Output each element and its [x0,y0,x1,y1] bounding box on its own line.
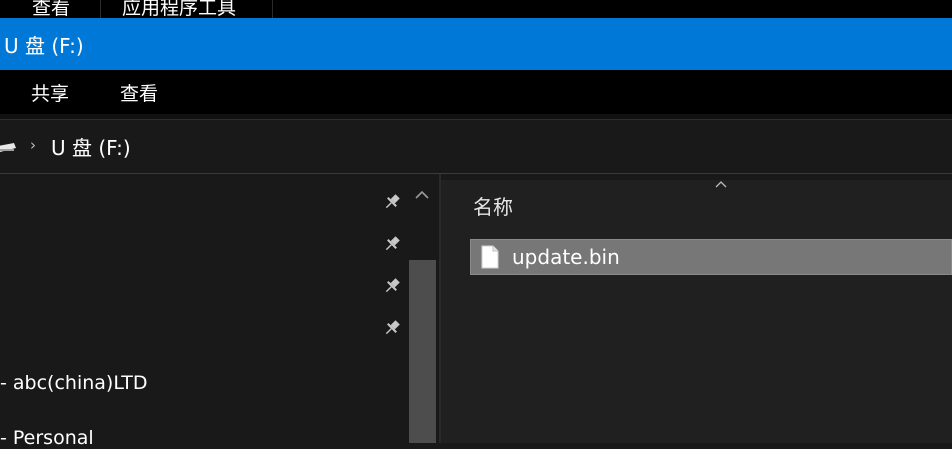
pin-icon[interactable] [382,234,402,254]
window-title: U 盘 (F:) [4,34,84,58]
column-header-name[interactable]: 名称 [473,191,513,220]
tab-share[interactable]: 共享 [31,79,69,106]
file-icon [481,245,499,269]
file-list-pane: 名称 update.bin [441,180,952,443]
navigation-pane: - abc(china)LTD - Personal [0,174,439,449]
tab-view[interactable]: 查看 [120,79,158,106]
tab-view-top[interactable]: 查看 [32,0,70,18]
pin-icon[interactable] [382,192,402,212]
chevron-right-icon[interactable]: › [30,136,36,154]
file-name: update.bin [512,245,620,269]
tab-divider [100,0,101,18]
title-bar: U 盘 (F:) [0,18,952,70]
sort-ascending-icon [715,181,727,188]
nav-item-abc-china[interactable]: - abc(china)LTD [0,372,148,394]
tab-app-tools[interactable]: 应用程序工具 [122,0,236,18]
nav-scrollbar-thumb[interactable] [409,260,436,443]
nav-item-personal[interactable]: - Personal [0,427,94,449]
usb-drive-icon [0,143,16,152]
pin-icon[interactable] [382,318,402,338]
address-location[interactable]: U 盘 (F:) [51,132,131,161]
ribbon-tabs: 共享 查看 [0,70,952,114]
top-tab-strip: 查看 应用程序工具 [0,0,952,18]
file-row[interactable]: update.bin [470,239,952,275]
tab-divider [272,0,273,18]
scroll-up-icon[interactable] [414,190,430,200]
pin-icon[interactable] [382,276,402,296]
address-bar[interactable]: › U 盘 (F:) [0,120,952,173]
